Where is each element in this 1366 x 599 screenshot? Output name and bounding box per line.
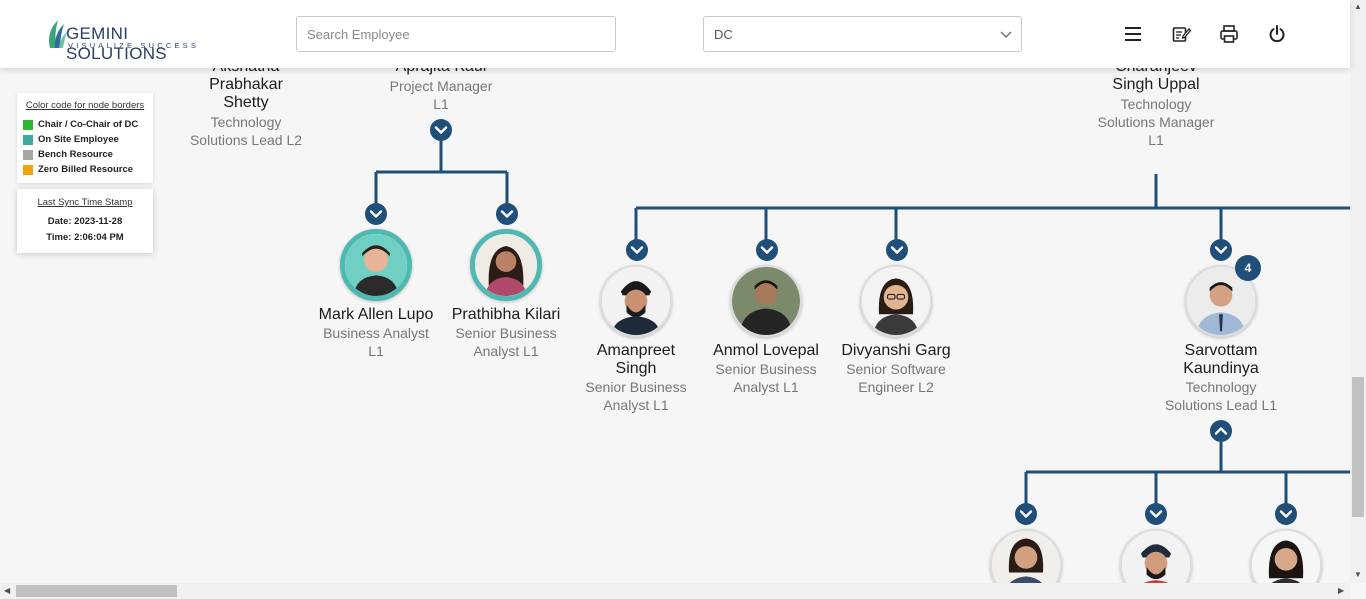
scroll-down-arrow-icon[interactable]: ▼ [1354,570,1362,579]
node-name: Prathibha Kilari [451,306,561,323]
node-role-line: Technology [1185,379,1257,395]
sync-date: Date: 2023-11-28 [47,216,123,227]
node-name-line: Kaundinya [1183,360,1259,377]
node-name-line: Singh Uppal [1112,76,1200,93]
search-employee-input[interactable] [296,16,616,52]
node-role-line: Project Manager [389,78,493,94]
power-icon[interactable] [1267,24,1287,44]
node-role-line: Business Analyst [323,325,429,341]
expand-toggle-icon[interactable] [626,239,648,261]
gray-swatch-icon [23,149,33,160]
legend-item-chair: Chair / Co-Chair of DC [23,117,147,132]
node-role-line: Senior Business [455,325,557,341]
expand-toggle-icon[interactable] [496,203,518,225]
sync-title: Last Sync Time Stamp [37,197,133,208]
legend-item-bench: Bench Resource [23,147,147,162]
person-photo-icon [345,234,407,296]
horizontal-scroll-thumb[interactable] [16,585,177,597]
person-photo-icon [602,267,670,335]
node-name: Anmol Lovepal [713,342,819,359]
scroll-right-arrow-icon[interactable]: ▶ [1338,586,1344,595]
avatar-prathibha[interactable] [470,229,542,301]
node-role-line: Solutions Lead L2 [189,132,303,148]
print-icon[interactable] [1219,24,1239,44]
legend-label: Chair / Co-Chair of DC [38,119,139,130]
notes-icon[interactable] [1171,24,1191,44]
scroll-left-arrow-icon[interactable]: ◀ [4,586,10,595]
node-role-line: Analyst L1 [603,397,669,413]
avatar-divyanshi[interactable] [860,265,932,337]
logo-tagline: VISUALIZE SUCCESS [68,41,200,50]
node-role-line: Technology [210,114,282,130]
node-role-line: Analyst L1 [733,379,799,395]
legend-item-onsite: On Site Employee [23,132,147,147]
sync-time: Time: 2:06:04 PM [46,232,124,243]
expand-toggle-icon[interactable] [1145,503,1167,525]
node-name-line: Singh [615,360,657,377]
person-photo-icon [732,267,800,335]
chevron-down-icon [1000,31,1012,38]
avatar-mark[interactable] [340,229,412,301]
expand-toggle-icon[interactable] [886,239,908,261]
node-role-line: Senior Business [715,361,817,377]
expand-toggle-icon[interactable] [365,203,387,225]
expand-toggle-icon[interactable] [756,239,778,261]
node-role-line: Engineer L2 [858,379,934,395]
legend-label: Zero Billed Resource [38,164,134,175]
node-role-line: Solutions Manager [1097,114,1215,130]
node-role-line: Senior Software [846,361,946,377]
expand-toggle-icon[interactable] [1015,503,1037,525]
orange-swatch-icon [23,164,33,175]
color-legend: Color code for node borders Chair / Co-C… [17,93,153,183]
node-role-line: L1 [368,343,384,359]
dc-select[interactable]: DC [703,16,1022,52]
sync-timestamp-panel: Last Sync Time Stamp Date: 2023-11-28 Ti… [17,189,153,253]
menu-icon[interactable] [1123,24,1143,44]
horizontal-scrollbar[interactable] [0,583,1350,599]
vertical-scroll-thumb[interactable] [1352,377,1364,517]
collapse-toggle-icon[interactable] [430,119,452,141]
legend-label: On Site Employee [38,134,119,145]
person-photo-icon [475,234,537,296]
collapse-toggle-icon[interactable] [1210,420,1232,442]
node-role-line: Technology [1120,96,1192,112]
legend-item-zero-billed: Zero Billed Resource [23,162,147,177]
node-role-line: Analyst L1 [473,343,539,359]
node-name: Divyanshi Garg [841,342,951,359]
reportee-count-badge: 4 [1235,255,1261,281]
legend-label: Bench Resource [38,149,113,160]
gemini-logo[interactable]: GEMINI SOLUTIONS VISUALIZE SUCCESS [46,18,216,63]
node-role-line: Solutions Lead L1 [1164,397,1278,413]
teal-swatch-icon [23,134,33,145]
node-name-line: Prabhakar [209,76,283,93]
dc-select-value: DC [714,27,733,42]
expand-toggle-icon[interactable] [1275,503,1297,525]
node-role-line: Senior Business [585,379,687,395]
avatar-amanpreet[interactable] [600,265,672,337]
node-name-line: Sarvottam [1184,342,1258,359]
node-name-line: Shetty [223,94,269,111]
scroll-up-arrow-icon[interactable]: ▲ [1354,2,1362,11]
node-role-line: L1 [1148,132,1164,148]
top-header: GEMINI SOLUTIONS VISUALIZE SUCCESS DC [0,0,1350,68]
node-name-line: Amanpreet [596,342,676,359]
expand-toggle-icon[interactable] [1210,239,1232,261]
person-photo-icon [862,267,930,335]
avatar-anmol[interactable] [730,265,802,337]
legend-title: Color code for node borders [25,100,145,111]
node-role-line: L1 [433,96,449,112]
node-name: Mark Allen Lupo [318,306,434,323]
green-swatch-icon [23,119,33,130]
leaf-logo-icon [49,20,67,48]
